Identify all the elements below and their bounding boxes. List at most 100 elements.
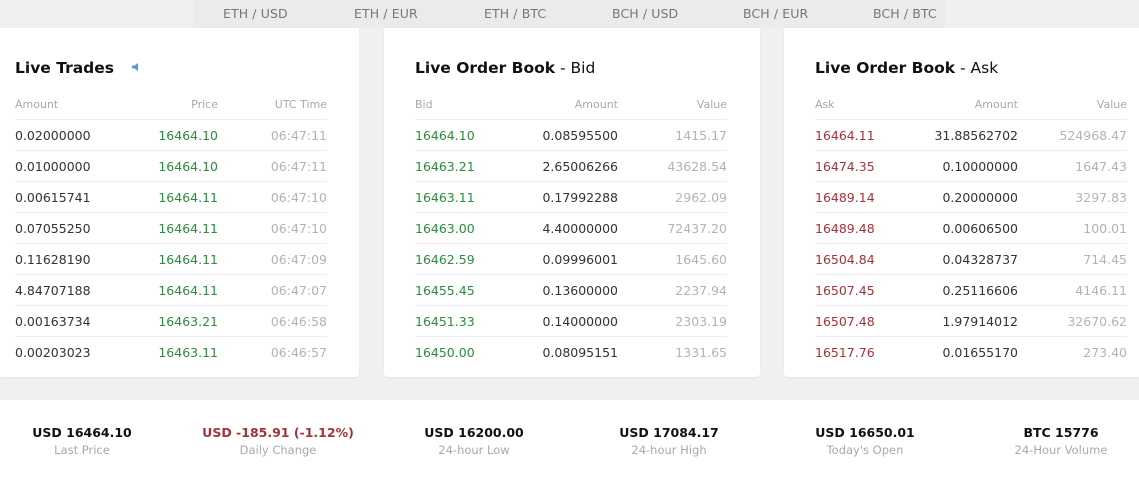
table-row: 16464.10 0.08595500 1415.17 [415,119,727,151]
amount-cell: 2.65006266 [542,159,618,174]
stat-todays-open: USD 16650.01 Today's Open [785,425,945,457]
time-cell: 06:46:58 [270,314,327,329]
amount-cell: 4.84707188 [15,283,91,298]
stat-value: USD 16464.10 [32,425,132,440]
stat-value: USD 16650.01 [815,425,915,440]
bid-price-cell: 16462.59 [415,252,475,267]
ask-price-cell: 16464.11 [815,128,875,143]
order-book-ask-header: Ask Amount Value [815,98,1127,118]
time-cell: 06:47:07 [270,283,327,298]
price-cell: 16463.11 [158,345,218,360]
column-header-amount: Amount [15,98,59,111]
order-book-bid-title: Live Order Book - Bid [415,59,595,77]
value-cell: 4146.11 [1075,283,1127,298]
table-row: 16489.48 0.00606500 100.01 [815,212,1127,244]
column-header-amount: Amount [974,98,1018,111]
value-cell: 1647.43 [1075,159,1127,174]
table-row: 16450.00 0.08095151 1331.65 [415,336,727,368]
value-cell: 32670.62 [1067,314,1127,329]
price-cell: 16464.10 [158,159,218,174]
amount-cell: 4.40000000 [542,221,618,236]
amount-cell: 0.00163734 [15,314,91,329]
value-cell: 100.01 [1083,221,1127,236]
stat-label: Last Price [54,443,110,457]
amount-cell: 0.20000000 [942,190,1018,205]
table-row: 0.00163734 16463.21 06:46:58 [15,305,327,337]
live-trades-panel: Live Trades Amount Price UTC Time 0.0200… [0,28,359,377]
table-row: 16463.00 4.40000000 72437.20 [415,212,727,244]
price-cell: 16463.21 [158,314,218,329]
table-row: 16462.59 0.09996001 1645.60 [415,243,727,275]
price-cell: 16464.11 [158,252,218,267]
tab-bch-usd[interactable]: BCH / USD [612,6,678,21]
amount-cell: 0.08595500 [542,128,618,143]
amount-cell: 31.88562702 [934,128,1018,143]
column-header-price: Price [191,98,218,111]
stat-daily-change: USD -185.91 (-1.12%) Daily Change [198,425,358,457]
bid-price-cell: 16463.21 [415,159,475,174]
tab-bch-eur[interactable]: BCH / EUR [743,6,808,21]
table-row: 16463.21 2.65006266 43628.54 [415,150,727,182]
amount-cell: 0.25116606 [942,283,1018,298]
stat-label: Daily Change [239,443,317,457]
order-book-ask-title-sub: - Ask [955,59,999,77]
price-cell: 16464.10 [158,128,218,143]
stat-label: Today's Open [826,443,904,457]
amount-cell: 0.13600000 [542,283,618,298]
table-row: 0.07055250 16464.11 06:47:10 [15,212,327,244]
table-row: 0.02000000 16464.10 06:47:11 [15,119,327,151]
value-cell: 3297.83 [1075,190,1127,205]
time-cell: 06:47:11 [270,128,327,143]
table-row: 0.01000000 16464.10 06:47:11 [15,150,327,182]
speaker-icon[interactable] [131,58,141,76]
value-cell: 1415.17 [675,128,727,143]
live-trades-title: Live Trades [15,59,115,77]
ask-price-cell: 16489.14 [815,190,875,205]
ask-price-cell: 16507.48 [815,314,875,329]
table-row: 16504.84 0.04328737 714.45 [815,243,1127,275]
value-cell: 273.40 [1083,345,1127,360]
column-header-value: Value [696,98,727,111]
table-row: 16474.35 0.10000000 1647.43 [815,150,1127,182]
table-row: 0.11628190 16464.11 06:47:09 [15,243,327,275]
table-row: 0.00203023 16463.11 06:46:57 [15,336,327,368]
time-cell: 06:46:57 [270,345,327,360]
amount-cell: 0.02000000 [15,128,91,143]
column-header-value: Value [1096,98,1127,111]
table-row: 4.84707188 16464.11 06:47:07 [15,274,327,306]
value-cell: 2303.19 [675,314,727,329]
tab-eth-eur[interactable]: ETH / EUR [354,6,418,21]
currency-pair-tabs: ETH / USD ETH / EUR ETH / BTC BCH / USD … [193,0,945,28]
amount-cell: 0.09996001 [542,252,618,267]
amount-cell: 0.00615741 [15,190,91,205]
tab-eth-usd[interactable]: ETH / USD [223,6,288,21]
amount-cell: 0.07055250 [15,221,91,236]
price-cell: 16464.11 [158,190,218,205]
value-cell: 43628.54 [667,159,727,174]
stat-label: 24-hour High [631,443,707,457]
stat-value: USD 17084.17 [619,425,719,440]
ask-price-cell: 16504.84 [815,252,875,267]
live-trades-title-row: Live Trades [15,59,141,77]
bid-price-cell: 16455.45 [415,283,475,298]
market-stats-bar: USD 16464.10 Last Price USD -185.91 (-1.… [0,400,1139,477]
time-cell: 06:47:09 [270,252,327,267]
stat-label: 24-hour Low [438,443,510,457]
ask-price-cell: 16507.45 [815,283,875,298]
amount-cell: 0.00203023 [15,345,91,360]
amount-cell: 0.01000000 [15,159,91,174]
order-book-bid-title-main: Live Order Book [415,59,556,77]
value-cell: 2237.94 [675,283,727,298]
amount-cell: 0.01655170 [942,345,1018,360]
column-header-utc-time: UTC Time [274,98,327,111]
tab-eth-btc[interactable]: ETH / BTC [484,6,546,21]
value-cell: 1645.60 [675,252,727,267]
column-header-amount: Amount [574,98,618,111]
value-cell: 714.45 [1083,252,1127,267]
time-cell: 06:47:10 [270,190,327,205]
value-cell: 1331.65 [675,345,727,360]
price-cell: 16464.11 [158,221,218,236]
table-row: 16451.33 0.14000000 2303.19 [415,305,727,337]
tab-bch-btc[interactable]: BCH / BTC [873,6,937,21]
time-cell: 06:47:11 [270,159,327,174]
